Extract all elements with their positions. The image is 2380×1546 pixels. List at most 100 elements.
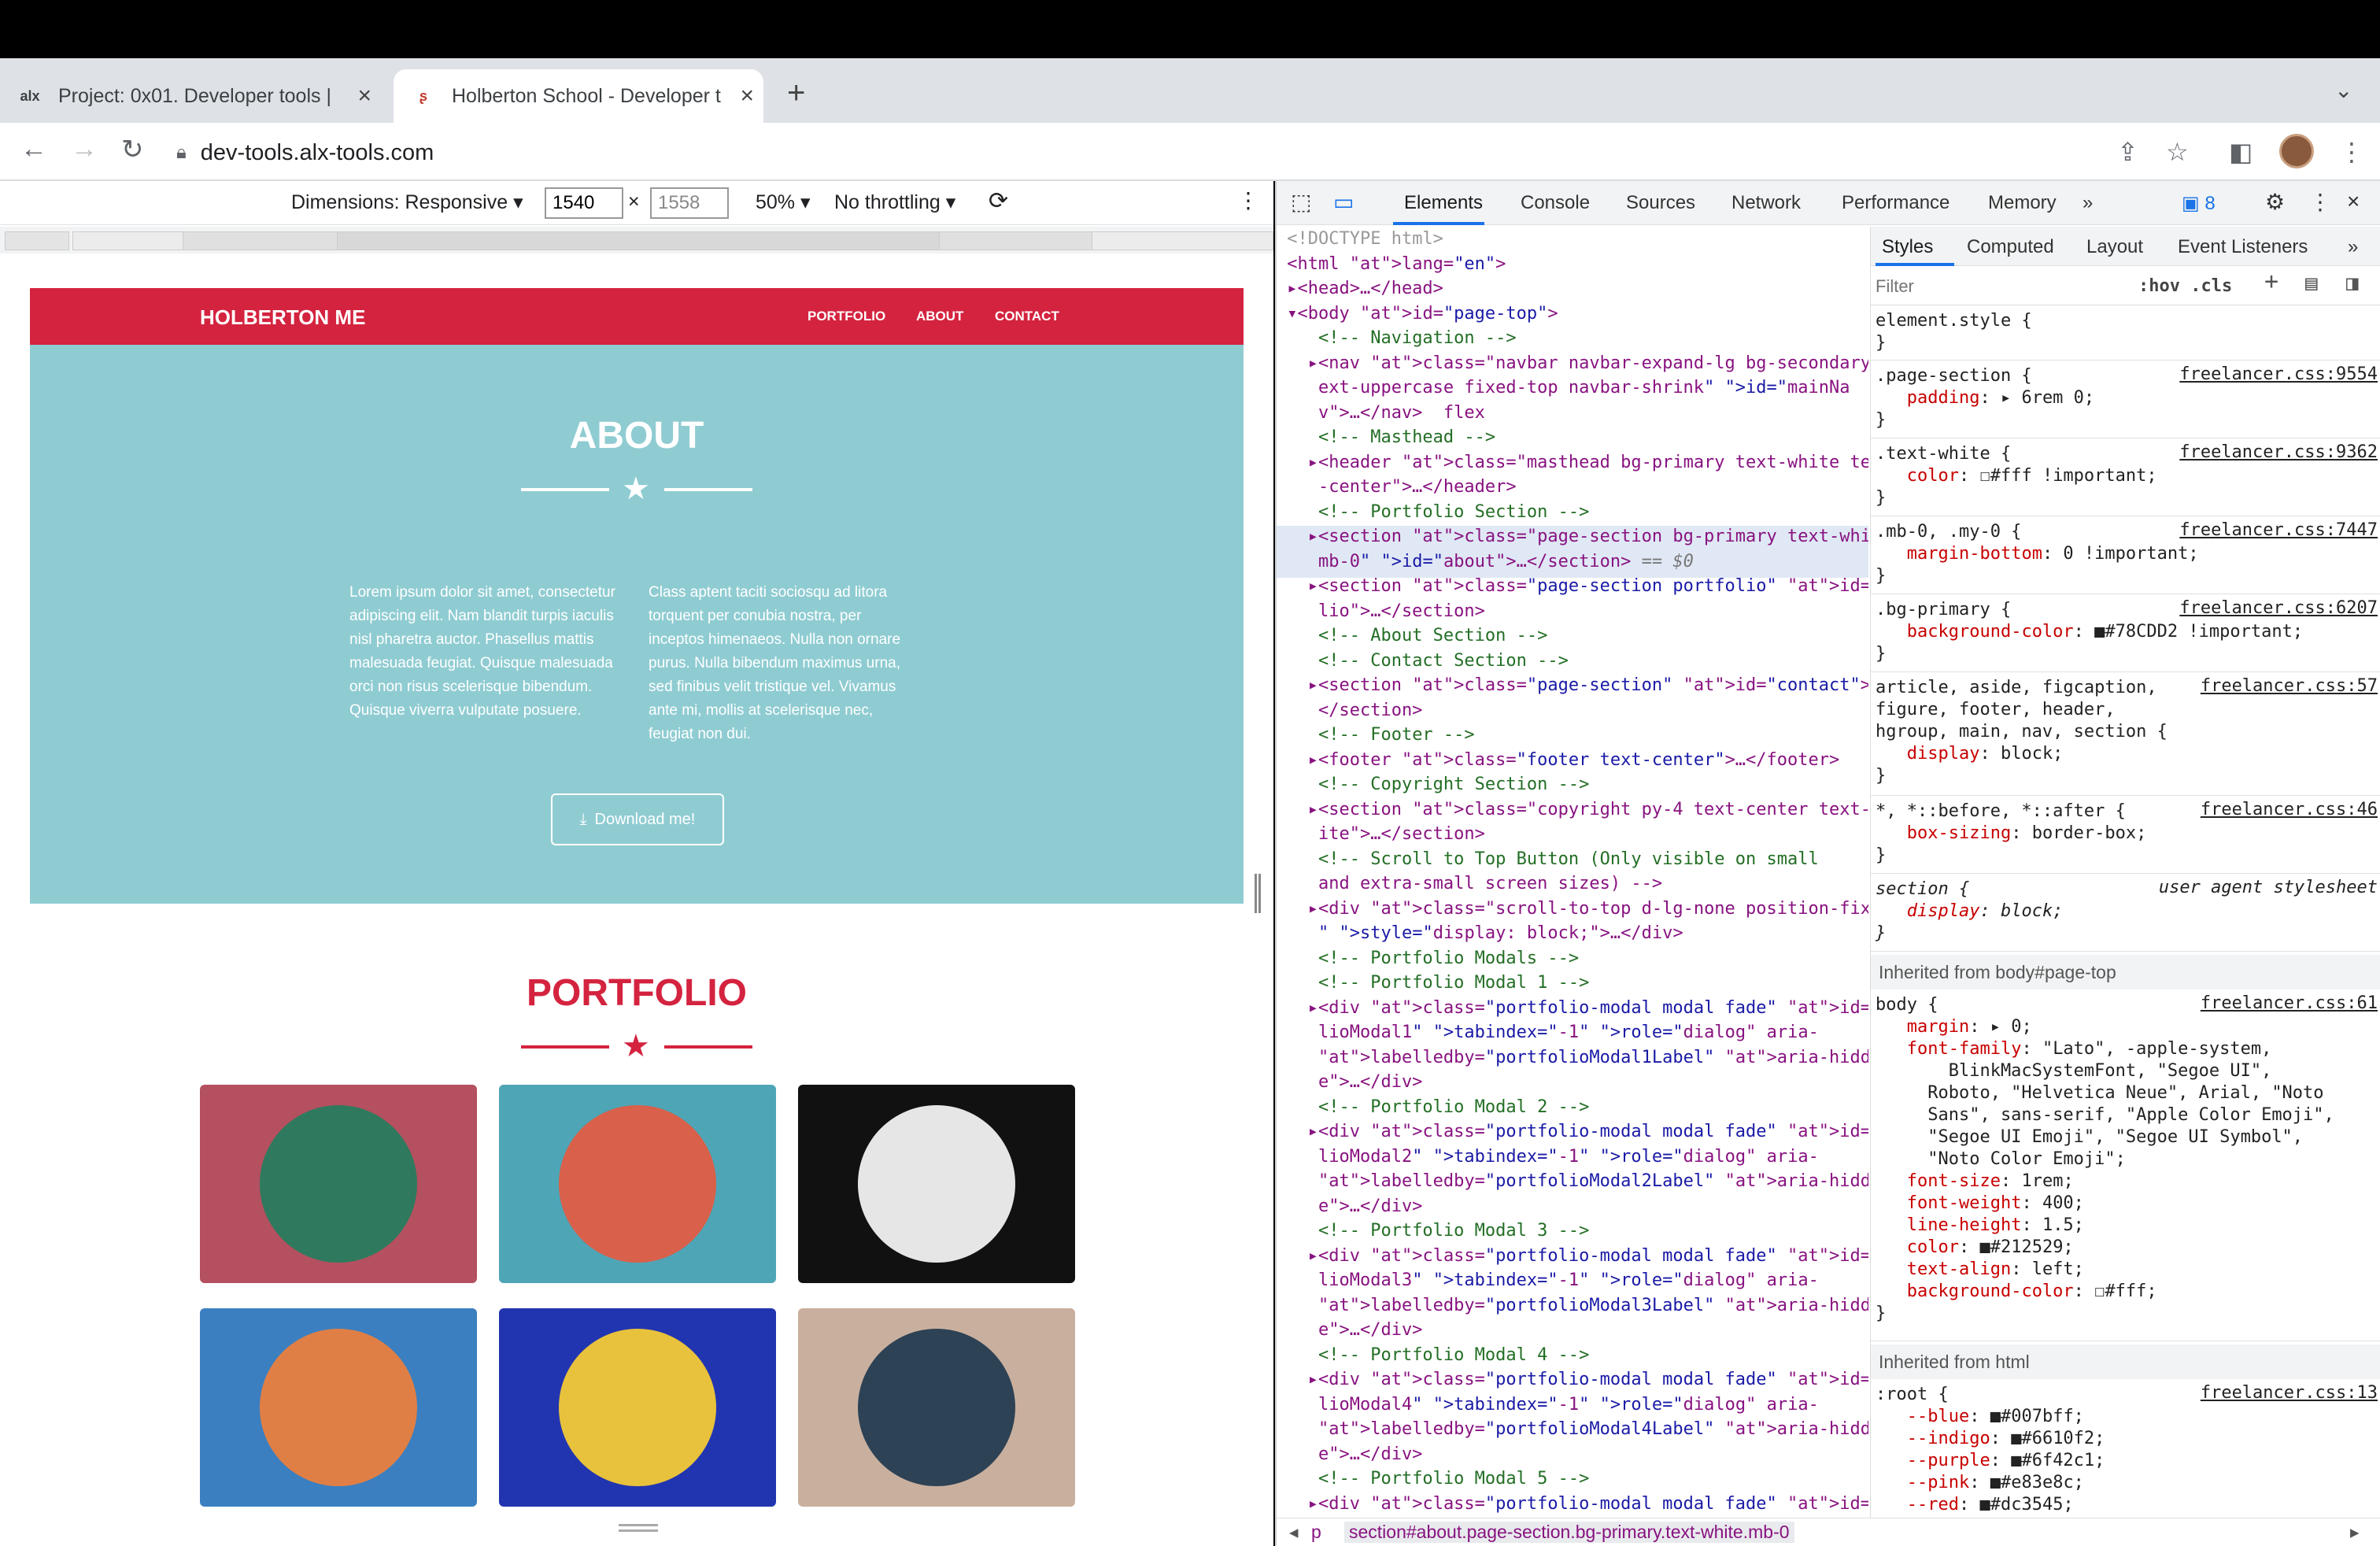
hov-cls-toggles[interactable]: :hov .cls (2138, 276, 2232, 298)
chevron-down-icon[interactable]: ⌄ (2334, 77, 2352, 103)
dom-line[interactable]: <!-- Masthead --> (1277, 425, 1868, 449)
dom-line[interactable]: <!-- Scroll to Top Button (Only visible … (1277, 847, 1868, 871)
close-icon[interactable]: × (740, 83, 754, 109)
star-icon[interactable]: ☆ (2166, 137, 2189, 167)
tab-layout[interactable]: Layout (2086, 236, 2143, 258)
dom-line[interactable]: ▸<section "at">class="page-section bg-pr… (1277, 524, 1868, 549)
css-rule-root[interactable]: :root { --blue: ■#007bff; --indigo: ■#66… (1871, 1382, 2380, 1518)
dom-line[interactable]: mb-0" ">id="about">…</section> == $0 (1277, 549, 1868, 574)
dom-line[interactable]: " ">style="display: block;">…</div> (1277, 921, 1868, 945)
css-rule[interactable]: element.style { } (1871, 309, 2380, 361)
rule-source-link[interactable]: freelancer.css:46 (2201, 799, 2378, 821)
add-rule-icon[interactable]: + (2264, 270, 2278, 294)
dom-line[interactable]: lioModal3" ">tabindex="-1" ">role="dialo… (1277, 1268, 1868, 1293)
dom-line[interactable]: ▾<body "at">id="page-top"> (1277, 301, 1868, 326)
dom-line[interactable]: <!-- Contact Section --> (1277, 649, 1868, 673)
breadcrumb-current[interactable]: section#about.page-section.bg-primary.te… (1344, 1522, 1794, 1543)
dom-line[interactable]: <!-- About Section --> (1277, 623, 1868, 648)
more-tabs-icon[interactable]: » (2348, 236, 2358, 258)
dom-line[interactable]: <!-- Portfolio Modals --> (1277, 946, 1868, 971)
gear-icon[interactable]: ⚙ (2265, 189, 2285, 215)
rule-source-link[interactable]: freelancer.css:6207 (2179, 597, 2378, 620)
dom-line[interactable]: ▸<div "at">class="portfolio-modal modal … (1277, 1119, 1868, 1144)
dom-line[interactable]: ▸<div "at">class="scroll-to-top d-lg-non… (1277, 897, 1868, 921)
portfolio-tile[interactable] (798, 1085, 1075, 1283)
dom-line[interactable]: and extra-small screen sizes) --> (1277, 871, 1868, 896)
css-rule[interactable]: article, aside, figcaption, figure, foot… (1871, 675, 2380, 796)
rotate-icon[interactable]: ⟳ (989, 187, 1008, 215)
close-icon[interactable]: × (2347, 189, 2360, 214)
styles-filter-input[interactable] (1876, 274, 2112, 299)
dom-line[interactable]: ▸<section "at">class="page-section" "at"… (1277, 673, 1868, 697)
dom-line[interactable]: <!DOCTYPE html> (1277, 227, 1868, 251)
dimensions-select[interactable]: Dimensions: Responsive ▾ (291, 190, 523, 214)
dom-line[interactable]: "at">labelledby="portfolioModal2Label" "… (1277, 1169, 1868, 1193)
css-rule[interactable]: .text-white { color: ☐#fff !important; }… (1871, 442, 2380, 516)
nav-contact[interactable]: CONTACT (995, 309, 1059, 324)
dom-line[interactable]: lioModal2" ">tabindex="-1" ">role="dialo… (1277, 1145, 1868, 1169)
site-brand[interactable]: HOLBERTON ME (200, 305, 365, 330)
rule-source-link[interactable]: freelancer.css:13 (2201, 1382, 2378, 1404)
reload-icon[interactable]: ↻ (121, 134, 144, 165)
dom-line[interactable]: ext-uppercase fixed-top navbar-shrink" "… (1277, 375, 1868, 400)
dom-line[interactable]: e">…</div> (1277, 1318, 1868, 1342)
dom-line[interactable]: <html "at">lang="en"> (1277, 252, 1868, 276)
dom-line[interactable]: ▸<header "at">class="masthead bg-primary… (1277, 450, 1868, 475)
rule-source-link[interactable]: user agent stylesheet (2159, 877, 2378, 899)
nav-portfolio[interactable]: PORTFOLIO (808, 309, 885, 324)
download-button[interactable]: ⤓ Download me! (551, 793, 724, 845)
dom-line[interactable]: lioModal1" ">tabindex="-1" ">role="dialo… (1277, 1020, 1868, 1045)
dom-line[interactable]: <!-- Portfolio Modal 2 --> (1277, 1095, 1868, 1119)
dom-line[interactable]: "at">labelledby="portfolioModal4Label" "… (1277, 1417, 1868, 1441)
share-icon[interactable]: ⇪ (2117, 137, 2138, 167)
dom-line[interactable]: </section> (1277, 698, 1868, 723)
dom-line[interactable]: ▸<div "at">class="portfolio-modal modal … (1277, 1244, 1868, 1268)
new-tab-icon[interactable]: + (787, 76, 805, 111)
portfolio-tile[interactable] (499, 1085, 776, 1283)
inspect-icon[interactable]: ⬚ (1291, 189, 1311, 215)
dom-line[interactable]: lioModal4" ">tabindex="-1" ">role="dialo… (1277, 1393, 1868, 1417)
nav-about[interactable]: ABOUT (916, 309, 963, 324)
dom-line[interactable]: <!-- Portfolio Modal 5 --> (1277, 1466, 1868, 1491)
dom-line[interactable]: <!-- Portfolio Modal 4 --> (1277, 1343, 1868, 1367)
dom-line[interactable]: <!-- Portfolio Modal 3 --> (1277, 1219, 1868, 1243)
url-field[interactable]: 🔒︎ dev-tools.alx-tools.com (176, 135, 2144, 170)
dom-line[interactable]: <!-- Navigation --> (1277, 326, 1868, 350)
dom-line[interactable]: e">…</div> (1277, 1194, 1868, 1219)
paint-icon[interactable]: ▤ (2305, 272, 2318, 294)
dom-line[interactable]: lio">…</section> (1277, 599, 1868, 623)
portfolio-tile[interactable] (200, 1308, 477, 1507)
portfolio-tile[interactable] (200, 1085, 477, 1283)
dom-line[interactable]: <!-- Copyright Section --> (1277, 772, 1868, 797)
dom-line[interactable]: ▸<div "at">class="portfolio-modal modal … (1277, 996, 1868, 1020)
dom-line[interactable]: ▸<footer "at">class="footer text-center"… (1277, 748, 1868, 772)
tab-elements[interactable]: Elements (1404, 192, 1483, 214)
tab-holberton[interactable]: ʂ Holberton School - Developer t × (394, 69, 763, 123)
dom-line[interactable]: ▸<div "at">class="portfolio-modal modal … (1277, 1367, 1868, 1392)
dom-line[interactable]: <!-- Portfolio Section --> (1277, 500, 1868, 524)
tab-console[interactable]: Console (1521, 192, 1590, 214)
tab-memory[interactable]: Memory (1988, 192, 2057, 214)
css-rule[interactable]: *, *::before, *::after { box-sizing: bor… (1871, 799, 2380, 874)
dom-line[interactable]: ite">…</section> (1277, 822, 1868, 846)
rule-source-link[interactable]: freelancer.css:9362 (2179, 442, 2378, 464)
throttle-select[interactable]: No throttling ▾ (834, 190, 955, 214)
css-rule[interactable]: .page-section { padding: ▸ 6rem 0; } free… (1871, 364, 2380, 438)
dom-line[interactable]: "at">labelledby="portfolioModal1Label" "… (1277, 1045, 1868, 1070)
dom-line[interactable]: <!-- Footer --> (1277, 723, 1868, 747)
css-rule[interactable]: .bg-primary { background-color: ■#78CDD2… (1871, 597, 2380, 672)
tab-network[interactable]: Network (1731, 192, 1801, 214)
css-rule[interactable]: .mb-0, .my-0 { margin-bottom: 0 !importa… (1871, 520, 2380, 594)
tab-computed[interactable]: Computed (1967, 236, 2054, 258)
crumb-scroll-left-icon[interactable]: ◂ (1289, 1522, 1299, 1543)
resize-handle[interactable] (1255, 874, 1261, 913)
dom-line[interactable]: ▸<div "at">class="portfolio-modal modal … (1277, 1492, 1868, 1516)
dom-line[interactable]: ▸<head>…</head> (1277, 276, 1868, 301)
sidepanel-icon[interactable]: ◧ (2229, 137, 2252, 167)
device-toggle-icon[interactable]: ▭ (1333, 189, 1354, 215)
css-rule[interactable]: section { display: block; } user agent st… (1871, 877, 2380, 952)
dom-line[interactable]: <!-- Portfolio Modal 1 --> (1277, 971, 1868, 995)
issues-badge[interactable]: ▣ 8 (2182, 192, 2216, 215)
more-tabs-icon[interactable]: » (2082, 192, 2093, 214)
dom-line[interactable]: v">…</nav> flex (1277, 401, 1868, 425)
